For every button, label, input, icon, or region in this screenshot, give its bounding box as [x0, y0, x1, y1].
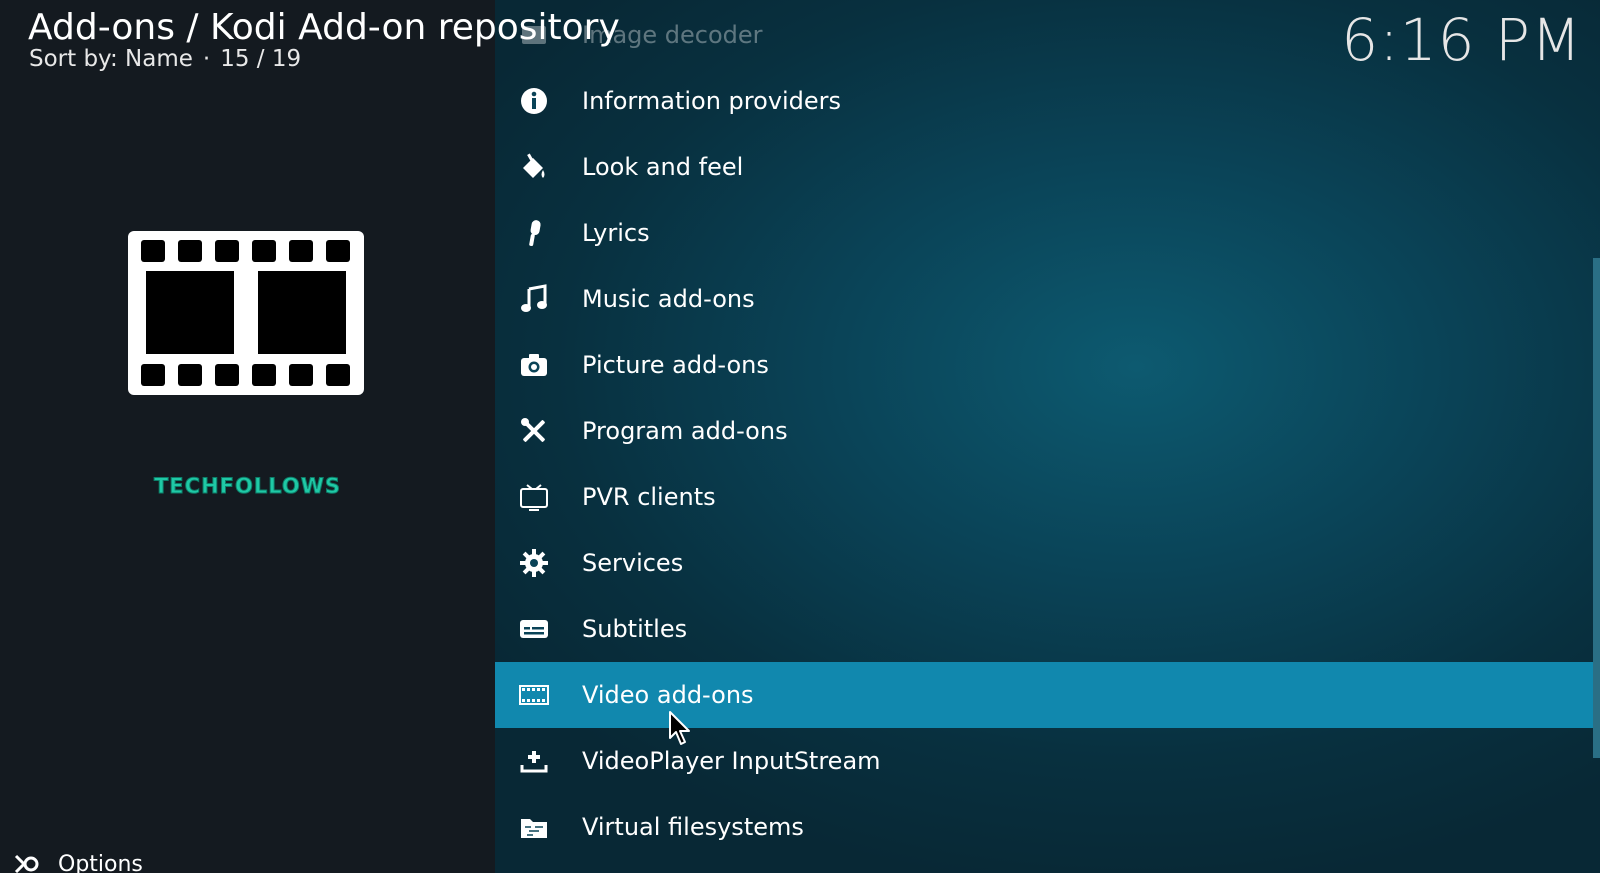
list-item-services[interactable]: Services	[495, 530, 1593, 596]
list-item-label: Services	[582, 549, 684, 577]
list-item-label: PVR clients	[582, 483, 716, 511]
gear-icon	[518, 547, 550, 579]
film-icon	[518, 679, 550, 711]
category-list: Image decoder Information providers Look…	[495, 0, 1600, 873]
download-tray-icon	[518, 745, 550, 777]
sort-info: Sort by: Name · 15 / 19	[29, 44, 301, 74]
microphone-icon	[518, 217, 550, 249]
item-position: 15 / 19	[220, 46, 302, 72]
options-icon	[14, 854, 39, 873]
music-note-icon	[518, 283, 550, 315]
options-button[interactable]: Options	[12, 852, 143, 873]
list-item-picture-add-ons[interactable]: Picture add-ons	[495, 332, 1593, 398]
subtitles-icon	[518, 613, 550, 645]
list-scrollbar[interactable]	[1593, 258, 1600, 758]
brand-watermark: TECHFOLLOWS	[153, 474, 341, 499]
mouse-cursor-icon	[669, 711, 690, 745]
list-item-label: Lyrics	[582, 219, 650, 247]
list-item-look-and-feel[interactable]: Look and feel	[495, 134, 1593, 200]
list-item-video-add-ons[interactable]: Video add-ons	[495, 662, 1593, 728]
info-panel: TECHFOLLOWS Options	[0, 0, 495, 873]
folder-icon	[518, 811, 550, 843]
list-item-label: Virtual filesystems	[582, 813, 804, 841]
list-item-label: Subtitles	[582, 615, 688, 643]
list-item-lyrics[interactable]: Lyrics	[495, 200, 1593, 266]
clock: 6:16 PM	[1341, 6, 1582, 74]
kodi-window: TECHFOLLOWS Options Image decoder Inform…	[0, 0, 1600, 873]
list-item-pvr-clients[interactable]: PVR clients	[495, 464, 1593, 530]
list-item-label: Music add-ons	[582, 285, 755, 313]
camera-icon	[518, 349, 550, 381]
tv-icon	[518, 481, 550, 513]
paint-bucket-icon	[518, 151, 550, 183]
tools-icon	[518, 415, 550, 447]
list-item-videoplayer-inputstream[interactable]: VideoPlayer InputStream	[495, 728, 1593, 794]
list-item-label: Information providers	[582, 87, 842, 115]
list-item-label: Program add-ons	[582, 417, 788, 445]
list-item-label: VideoPlayer InputStream	[582, 747, 881, 775]
options-label: Options	[58, 851, 143, 873]
list-item-music-add-ons[interactable]: Music add-ons	[495, 266, 1593, 332]
separator: ·	[202, 46, 211, 72]
list-item-label: Picture add-ons	[582, 351, 769, 379]
list-item-information-providers[interactable]: Information providers	[495, 68, 1593, 134]
info-icon	[518, 85, 550, 117]
list-item-subtitles[interactable]: Subtitles	[495, 596, 1593, 662]
list-item-program-add-ons[interactable]: Program add-ons	[495, 398, 1593, 464]
sort-label: Sort by: Name	[29, 46, 193, 72]
list-item-virtual-filesystems[interactable]: Virtual filesystems	[495, 794, 1593, 860]
list-item-label: Video add-ons	[582, 681, 754, 709]
film-thumbnail-icon	[128, 231, 364, 395]
list-item-label: Look and feel	[582, 153, 744, 181]
